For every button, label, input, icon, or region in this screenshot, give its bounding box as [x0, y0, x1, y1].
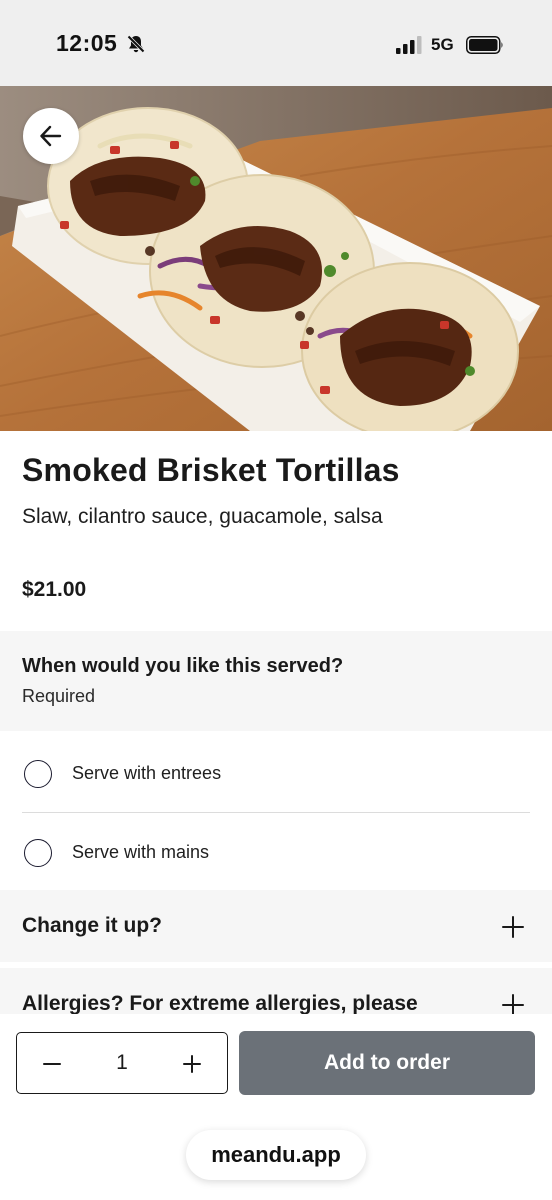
item-description: Slaw, cilantro sauce, guacamole, salsa	[22, 505, 383, 528]
serve-time-section: When would you like this served? Require…	[0, 631, 552, 731]
allergies-section[interactable]: Allergies? For extreme allergies, please	[0, 968, 552, 1014]
option-label: Serve with mains	[72, 842, 210, 862]
change-it-up-label: Change it up?	[22, 914, 162, 937]
radio-button[interactable]	[24, 760, 52, 788]
plus-icon	[183, 1055, 201, 1073]
order-bar: 1 Add to order meandu.app	[0, 1014, 552, 1200]
plus-icon[interactable]	[502, 994, 524, 1014]
serve-option-mains[interactable]: Serve with mains	[0, 813, 552, 891]
signal-icon	[396, 36, 422, 54]
quantity-stepper: 1	[16, 1032, 228, 1094]
domain-label[interactable]: meandu.app	[186, 1130, 366, 1180]
item-price: $21.00	[22, 578, 87, 601]
increase-quantity-button[interactable]	[175, 1047, 209, 1081]
serve-time-question: When would you like this served?	[22, 655, 344, 677]
hero-image	[0, 86, 552, 431]
minus-icon	[43, 1063, 61, 1065]
quantity-value: 1	[116, 1051, 128, 1074]
item-title: Smoked Brisket Tortillas	[22, 452, 400, 488]
status-bar: 12:05 5G	[0, 0, 552, 86]
plus-icon[interactable]	[502, 916, 524, 938]
allergies-label: Allergies? For extreme allergies, please	[22, 992, 418, 1014]
bell-slash-icon	[127, 35, 145, 53]
required-label: Required	[22, 686, 96, 706]
status-time: 12:05	[56, 30, 118, 56]
option-label: Serve with entrees	[72, 763, 222, 783]
change-it-up-section[interactable]: Change it up?	[0, 890, 552, 962]
radio-button[interactable]	[24, 839, 52, 867]
arrow-left-icon	[40, 125, 62, 147]
battery-icon	[466, 36, 503, 54]
serve-option-entrees[interactable]: Serve with entrees	[0, 734, 552, 812]
add-to-order-button[interactable]: Add to order	[239, 1031, 535, 1095]
back-button[interactable]	[23, 108, 79, 164]
decrease-quantity-button[interactable]	[35, 1047, 69, 1081]
network-label: 5G	[431, 35, 454, 54]
